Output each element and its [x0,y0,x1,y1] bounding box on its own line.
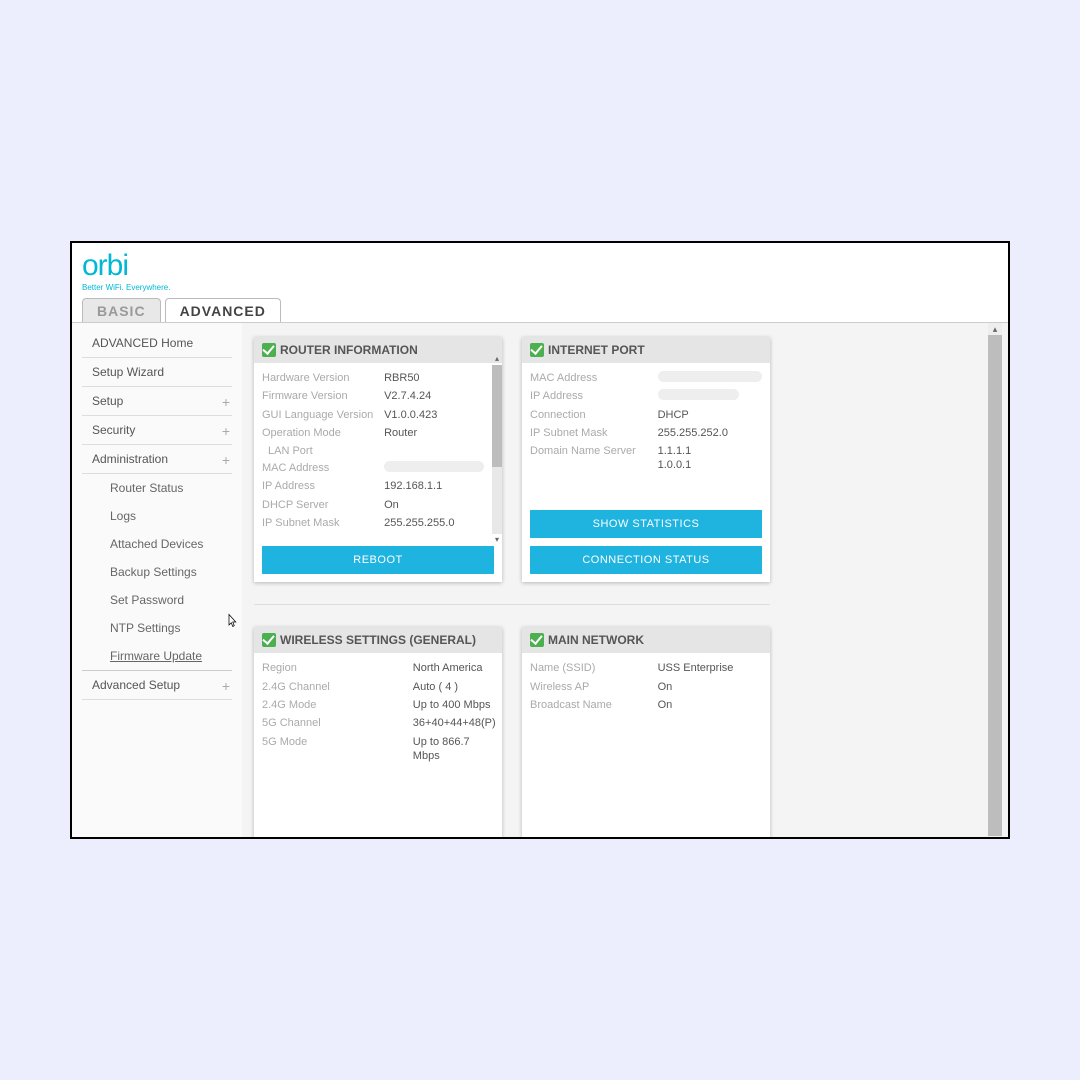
tab-basic[interactable]: BASIC [82,298,161,322]
subnav-logs[interactable]: Logs [82,502,232,530]
subnav-ntp-settings[interactable]: NTP Settings [82,614,232,642]
subnav-backup-settings[interactable]: Backup Settings [82,558,232,586]
nav-label: Advanced Setup [92,678,180,692]
scroll-thumb[interactable] [988,335,1002,836]
card-title: ROUTER INFORMATION [280,343,418,357]
page-scrollbar[interactable]: ▴ [988,323,1002,839]
nav-setup[interactable]: Setup + [82,387,232,416]
scroll-thumb[interactable] [492,365,502,467]
row: Name (SSID)USS Enterprise [530,659,762,677]
header: orbi Better WiFi. Everywhere. BASIC ADVA… [72,243,1008,322]
row: Operation ModeRouter [262,424,484,442]
nav-label: ADVANCED Home [92,336,193,350]
card-wireless-settings: WIRELESS SETTINGS (GENERAL) RegionNorth … [254,627,502,837]
plus-icon: + [222,678,230,694]
card-actions: REBOOT [254,538,502,582]
card-internet-port: INTERNET PORT MAC Addressxxxxxxxxxx IP A… [522,337,770,582]
card-router-info: ROUTER INFORMATION Hardware VersionRBR50… [254,337,502,582]
nav-administration[interactable]: Administration + [82,445,232,474]
row: Wireless APOn [530,678,762,696]
plus-icon: + [222,423,230,439]
subnav-router-status[interactable]: Router Status [82,474,232,502]
row: IP Address192.168.1.1 [262,477,484,495]
nav-label: Administration [92,452,168,466]
brand-name: orbi [82,249,128,282]
main-tabs: BASIC ADVANCED [82,298,998,322]
check-icon [530,343,544,357]
row: Hardware VersionRBR50 [262,369,484,387]
row: MAC Addressxxxxxxxxxx [530,369,762,387]
row: 5G ModeUp to 866.7 Mbps [262,733,494,766]
scroll-up-icon[interactable]: ▴ [492,354,502,364]
card-grid: ROUTER INFORMATION Hardware VersionRBR50… [252,337,998,837]
check-icon [262,343,276,357]
app-window: orbi Better WiFi. Everywhere. BASIC ADVA… [70,241,1010,839]
card-title: INTERNET PORT [548,343,645,357]
nav-label: Setup Wizard [92,365,164,379]
card-body: Name (SSID)USS Enterprise Wireless APOn … [522,653,770,837]
card-scrollbar[interactable]: ▴ ▾ [492,365,502,534]
nav-advanced-setup[interactable]: Advanced Setup + [82,671,232,700]
brand-tagline: Better WiFi. Everywhere. [82,283,998,292]
body: ADVANCED Home Setup Wizard Setup + Secur… [72,322,1008,839]
row: RegionNorth America [262,659,494,677]
row: 2.4G ModeUp to 400 Mbps [262,696,494,714]
card-body: MAC Addressxxxxxxxxxx IP Addressxxxxxxx … [522,363,770,502]
brand-logo: orbi Better WiFi. Everywhere. [82,251,998,292]
subnav-attached-devices[interactable]: Attached Devices [82,530,232,558]
plus-icon: + [222,394,230,410]
card-header: INTERNET PORT [522,337,770,363]
plus-icon: + [222,452,230,468]
subnav-firmware-update[interactable]: Firmware Update [82,642,232,671]
subnav-set-password[interactable]: Set Password [82,586,232,614]
row: IP Addressxxxxxxx [530,387,762,405]
scroll-down-icon[interactable]: ▾ [492,535,502,545]
card-body: Hardware VersionRBR50 Firmware VersionV2… [254,363,502,538]
row: Broadcast NameOn [530,696,762,714]
card-main-network: MAIN NETWORK Name (SSID)USS Enterprise W… [522,627,770,837]
connection-status-button[interactable]: CONNECTION STATUS [530,546,762,574]
nav-setup-wizard[interactable]: Setup Wizard [82,358,232,387]
nav-label: Security [92,423,135,437]
content-area: ROUTER INFORMATION Hardware VersionRBR50… [242,323,1008,839]
card-body: RegionNorth America 2.4G ChannelAuto ( 4… [254,653,502,837]
card-title: WIRELESS SETTINGS (GENERAL) [280,633,476,647]
card-actions: SHOW STATISTICS CONNECTION STATUS [522,502,770,582]
row: GUI Language VersionV1.0.0.423 [262,406,484,424]
check-icon [530,633,544,647]
nav-label: Setup [92,394,123,408]
row: 5G Channel36+40+44+48(P) [262,714,494,732]
row: 2.4G ChannelAuto ( 4 ) [262,678,494,696]
tab-advanced[interactable]: ADVANCED [165,298,281,322]
check-icon [262,633,276,647]
card-header: MAIN NETWORK [522,627,770,653]
nav-security[interactable]: Security + [82,416,232,445]
row: Firmware VersionV2.7.4.24 [262,387,484,405]
sidebar: ADVANCED Home Setup Wizard Setup + Secur… [72,323,242,839]
reboot-button[interactable]: REBOOT [262,546,494,574]
card-title: MAIN NETWORK [548,633,644,647]
scroll-up-icon[interactable]: ▴ [988,324,1002,335]
nav-advanced-home[interactable]: ADVANCED Home [82,329,232,358]
row: IP Subnet Mask255.255.255.0 [262,514,484,532]
divider [254,604,770,605]
row: IP Subnet Mask255.255.252.0 [530,424,762,442]
show-statistics-button[interactable]: SHOW STATISTICS [530,510,762,538]
card-header: ROUTER INFORMATION [254,337,502,363]
row: MAC Addressxxxxxxxxxx [262,459,484,477]
row: Domain Name Server1.1.1.1 1.0.0.1 [530,442,762,475]
row: DHCP ServerOn [262,496,484,514]
lan-port-label: LAN Port [262,442,484,459]
card-header: WIRELESS SETTINGS (GENERAL) [254,627,502,653]
row: ConnectionDHCP [530,406,762,424]
